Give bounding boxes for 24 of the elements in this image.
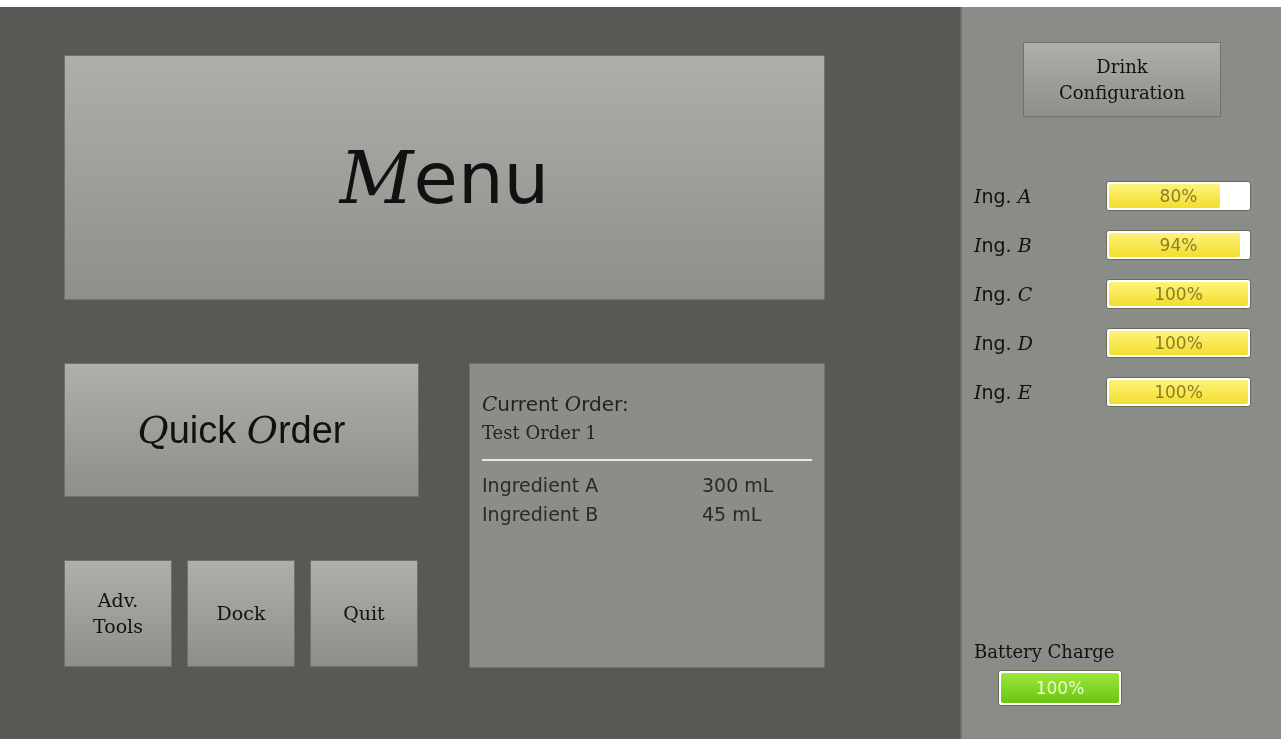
ingredient-label: Ing. B xyxy=(974,234,1032,256)
ingredient-label: Ing. D xyxy=(974,332,1033,354)
ingredient-amount: 45 mL xyxy=(702,502,763,527)
order-heading: Current Order: xyxy=(482,392,630,416)
ingredient-label: Ing. A xyxy=(974,185,1032,207)
tool-button[interactable]: Adv. Tools xyxy=(64,560,172,667)
battery-label: Battery Charge xyxy=(974,641,1116,662)
gauge-reading: 100% xyxy=(1154,284,1203,304)
ingredient-name: Ingredient A xyxy=(482,473,600,498)
tool-button[interactable]: Quit xyxy=(310,560,418,667)
gauge-reading: 94% xyxy=(1159,235,1198,255)
ingredient-label: Ing. C xyxy=(974,283,1033,305)
order-name: Test Order 1 xyxy=(482,422,598,443)
gauge-reading: 100% xyxy=(1154,333,1203,353)
drink-configuration-button[interactable]: Drink Configuration xyxy=(1023,42,1221,117)
tool-button[interactable]: Dock xyxy=(187,560,295,667)
gauge-reading: 100% xyxy=(1035,678,1085,698)
quick-order-button[interactable]: Quick Order xyxy=(64,363,419,497)
ingredient-amount: 300 mL xyxy=(702,473,775,498)
ingredient-name: Ingredient B xyxy=(482,502,600,527)
gauge-reading: 80% xyxy=(1159,186,1198,206)
gauge-reading: 100% xyxy=(1154,382,1203,402)
menu-button[interactable]: Menu xyxy=(64,55,825,300)
ingredient-label: Ing. E xyxy=(974,381,1032,403)
